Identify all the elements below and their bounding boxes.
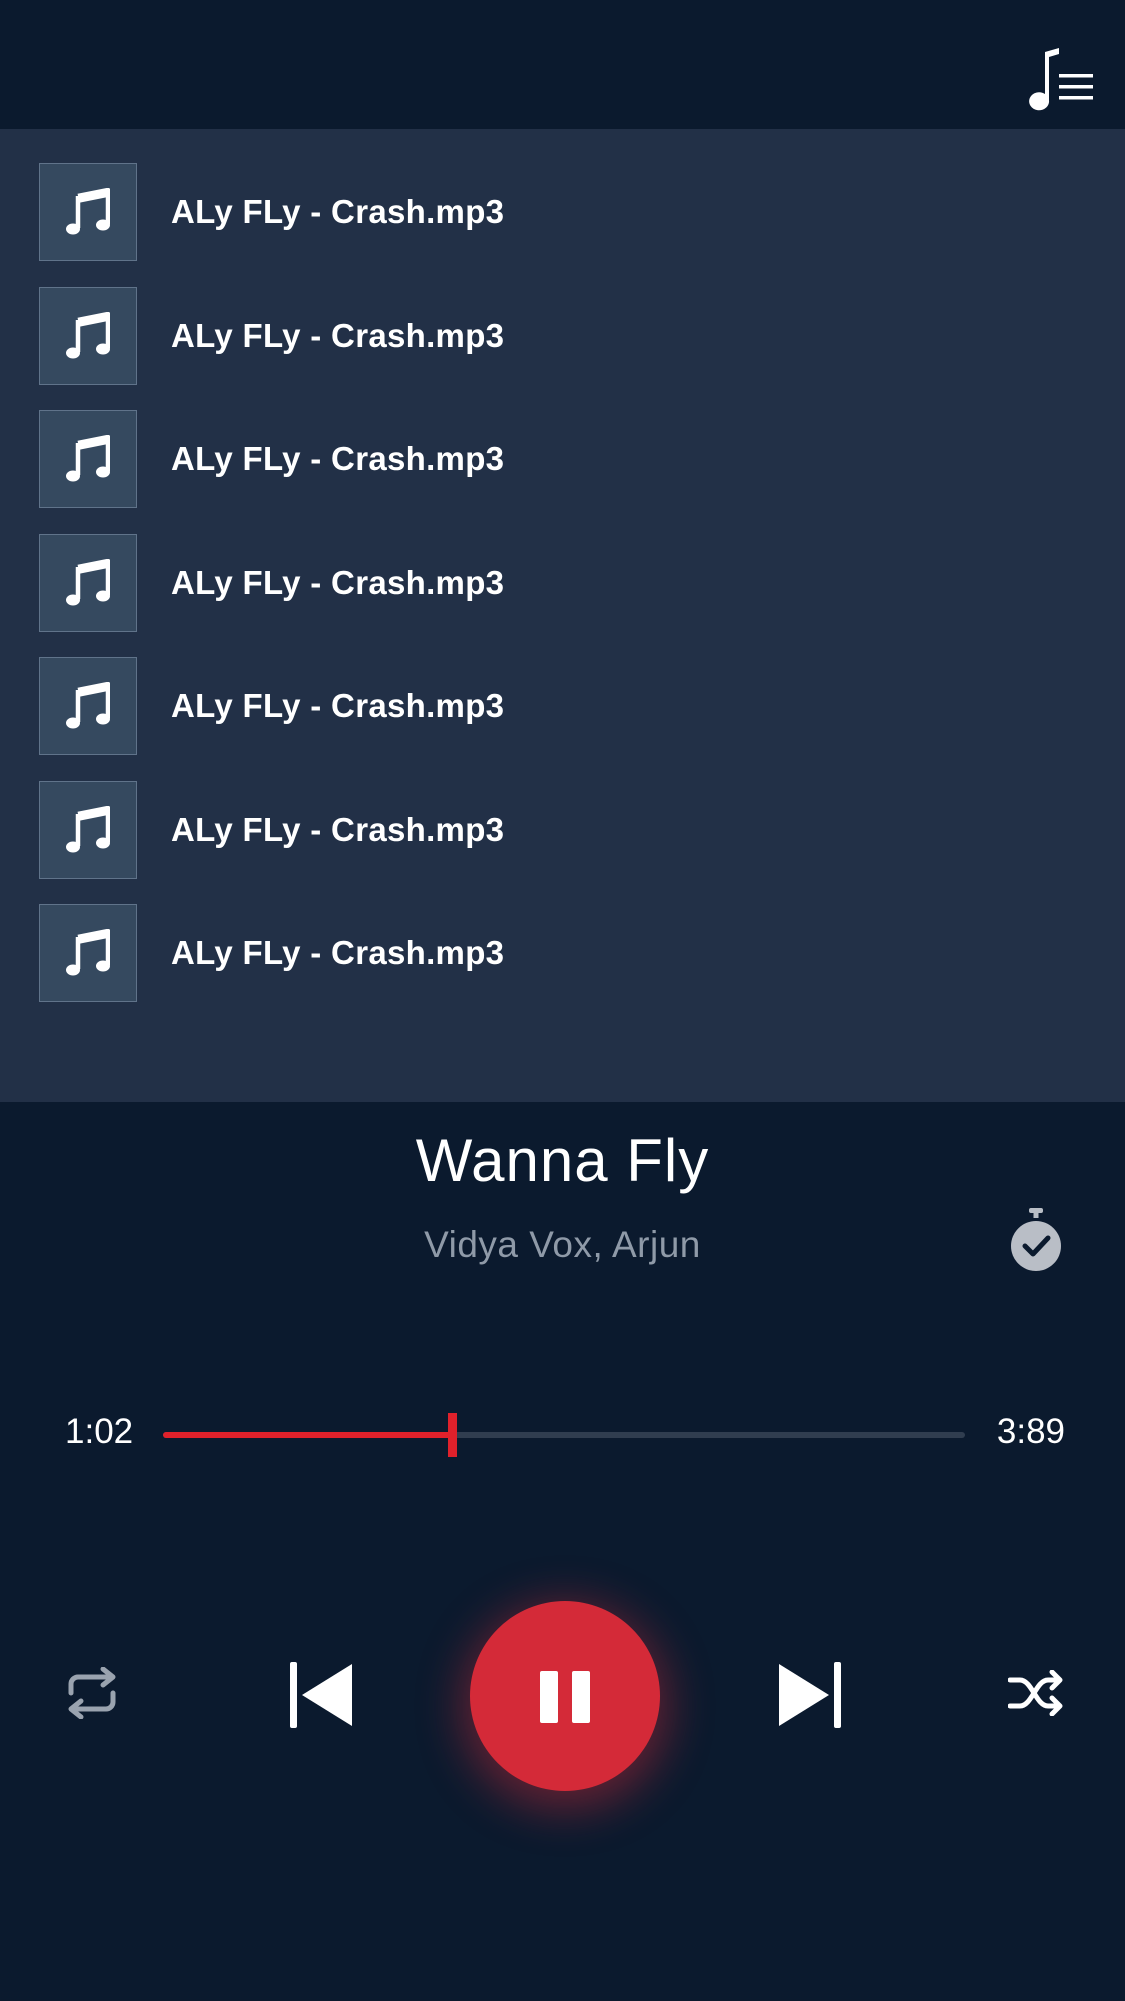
- track-title: ALy FLy - Crash.mp3: [171, 810, 505, 848]
- music-queue-icon[interactable]: [1025, 48, 1095, 112]
- track-title: ALy FLy - Crash.mp3: [171, 563, 505, 601]
- seek-handle[interactable]: [447, 1413, 457, 1457]
- skip-previous-icon[interactable]: [288, 1660, 354, 1730]
- track-thumbnail: [39, 410, 137, 508]
- track-thumbnail: [39, 657, 137, 755]
- track-title: ALy FLy - Crash.mp3: [171, 440, 505, 477]
- music-note-icon: [66, 188, 110, 235]
- music-note-icon: [66, 558, 110, 605]
- track-title: ALy FLy - Crash.mp3: [171, 316, 505, 354]
- seek-progress: [163, 1432, 452, 1438]
- music-note-icon: [66, 682, 110, 729]
- playlist-item[interactable]: ALy FLy - Crash.mp3: [0, 163, 1125, 286]
- repeat-icon[interactable]: [65, 1667, 119, 1719]
- track-thumbnail: [39, 780, 137, 879]
- track-thumbnail: [39, 904, 137, 1002]
- track-thumbnail: [39, 163, 137, 261]
- seek-bar[interactable]: [163, 1410, 965, 1460]
- play-pause-button[interactable]: [470, 1601, 660, 1791]
- playlist-item[interactable]: ALy FLy - Crash.mp3: [0, 286, 1125, 410]
- music-note-icon: [66, 311, 110, 358]
- track-thumbnail: [39, 533, 137, 632]
- total-time: 3:89: [996, 1412, 1065, 1451]
- shuffle-icon[interactable]: [1008, 1670, 1064, 1716]
- song-artist: Vidya Vox, Arjun: [424, 1224, 701, 1265]
- music-note-icon: [66, 805, 110, 852]
- track-title: ALy FLy - Crash.mp3: [171, 193, 505, 230]
- track-thumbnail: [39, 286, 137, 385]
- track-title: ALy FLy - Crash.mp3: [171, 687, 505, 724]
- playlist-item[interactable]: ALy FLy - Crash.mp3: [0, 410, 1125, 533]
- playlist-item[interactable]: ALy FLy - Crash.mp3: [0, 780, 1125, 904]
- top-bar: [0, 0, 1125, 129]
- skip-next-icon[interactable]: [777, 1660, 843, 1730]
- playlist-item[interactable]: ALy FLy - Crash.mp3: [0, 657, 1125, 780]
- playlist-item[interactable]: ALy FLy - Crash.mp3: [0, 904, 1125, 1027]
- playlist: ALy FLy - Crash.mp3 ALy FLy - Crash.mp3 AL…: [0, 129, 1125, 1102]
- elapsed-time: 1:02: [65, 1412, 134, 1451]
- music-note-icon: [66, 435, 110, 482]
- timer-check-icon[interactable]: [1008, 1208, 1064, 1274]
- pause-icon: [540, 1671, 590, 1723]
- music-note-icon: [66, 929, 110, 976]
- playlist-item[interactable]: ALy FLy - Crash.mp3: [0, 533, 1125, 657]
- track-title: ALy FLy - Crash.mp3: [171, 934, 505, 971]
- song-title: Wanna Fly: [415, 1127, 710, 1194]
